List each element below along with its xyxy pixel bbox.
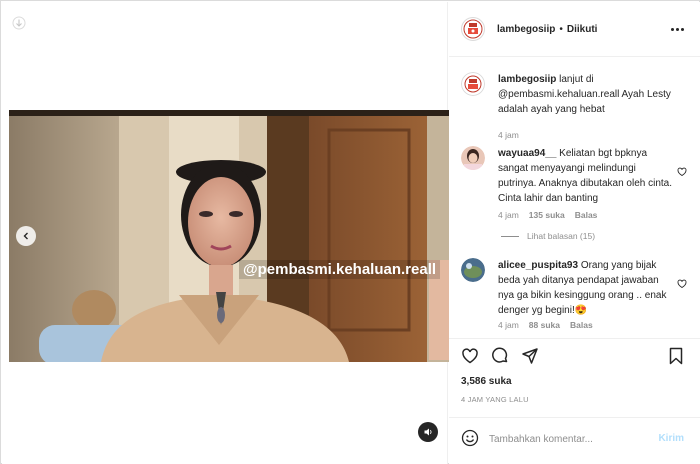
comment-input[interactable]: [489, 431, 649, 447]
heart-eyes-emoji: 😍: [574, 305, 588, 316]
caption-meta: 4 jam: [498, 130, 519, 140]
post-side-panel: lambegosiip • Diikuti lambegosiip lanjut…: [449, 2, 700, 464]
comment-username[interactable]: alicee_puspita93: [498, 260, 578, 271]
comment-icon[interactable]: [491, 347, 509, 370]
avatar[interactable]: [461, 17, 485, 41]
comment-text: alicee_puspita93 Orang yang bijak beda y…: [498, 258, 676, 318]
likes-count[interactable]: 3,586 suka: [461, 376, 512, 387]
comment-composer: Kirim: [449, 417, 700, 464]
comment-likes[interactable]: 135 suka: [529, 210, 565, 220]
reply-button[interactable]: Balas: [570, 320, 593, 330]
list-item: alicee_puspita93 Orang yang bijak beda y…: [461, 258, 691, 338]
caption-text: lambegosiip lanjut di @pembasmi.kehaluan…: [498, 72, 676, 117]
divider: [501, 235, 519, 237]
heart-icon[interactable]: [461, 347, 479, 370]
video-frame: [9, 110, 449, 362]
caption-username[interactable]: lambegosiip: [498, 74, 556, 85]
comment-time[interactable]: 4 jam: [498, 320, 519, 330]
avatar[interactable]: [461, 72, 485, 96]
share-icon[interactable]: [521, 347, 539, 370]
reply-button[interactable]: Balas: [575, 210, 598, 220]
post-actions: 3,586 suka 4 JAM YANG LALU: [449, 338, 700, 408]
comment-username[interactable]: wayuaa94__: [498, 148, 556, 159]
post-comment-button[interactable]: Kirim: [658, 433, 684, 444]
heart-icon[interactable]: [677, 164, 687, 177]
follow-status-button[interactable]: Diikuti: [567, 24, 598, 35]
comments-list: lambegosiip lanjut di @pembasmi.kehaluan…: [449, 58, 700, 338]
comment-meta: 4 jam 88 suka Balas: [498, 320, 593, 330]
caption: lambegosiip lanjut di @pembasmi.kehaluan…: [461, 72, 691, 152]
chevron-left-icon[interactable]: [16, 226, 36, 246]
video-player[interactable]: @pembasmi.kehaluan.reall: [9, 110, 449, 362]
speaker-icon[interactable]: [418, 422, 438, 442]
video-watermark: @pembasmi.kehaluan.reall: [239, 260, 441, 279]
post-header: lambegosiip • Diikuti: [449, 2, 700, 57]
avatar[interactable]: [461, 258, 485, 282]
more-horizontal-icon[interactable]: [671, 28, 684, 31]
comment-meta: 4 jam 135 suka Balas: [498, 210, 597, 220]
view-replies-label: Lihat balasan (15): [527, 231, 596, 241]
header-separator: •: [559, 23, 563, 35]
smiley-icon[interactable]: [461, 429, 479, 452]
download-icon[interactable]: [12, 16, 26, 30]
media-column: @pembasmi.kehaluan.reall: [2, 2, 449, 464]
comment-likes[interactable]: 88 suka: [529, 320, 560, 330]
post-dialog: @pembasmi.kehaluan.reall lambegosiip • D…: [0, 0, 700, 464]
header-username[interactable]: lambegosiip: [497, 24, 555, 35]
comment-text: wayuaa94__ Keliatan bgt bpknya sangat me…: [498, 146, 676, 206]
caption-time[interactable]: 4 jam: [498, 130, 519, 140]
bookmark-icon[interactable]: [668, 347, 684, 370]
list-item: wayuaa94__ Keliatan bgt bpknya sangat me…: [461, 146, 691, 226]
comment-time[interactable]: 4 jam: [498, 210, 519, 220]
avatar[interactable]: [461, 146, 485, 170]
view-replies-button[interactable]: Lihat balasan (15): [501, 231, 595, 241]
action-icons: [461, 347, 539, 370]
post-timestamp[interactable]: 4 JAM YANG LALU: [461, 395, 529, 404]
heart-icon[interactable]: [677, 276, 687, 289]
